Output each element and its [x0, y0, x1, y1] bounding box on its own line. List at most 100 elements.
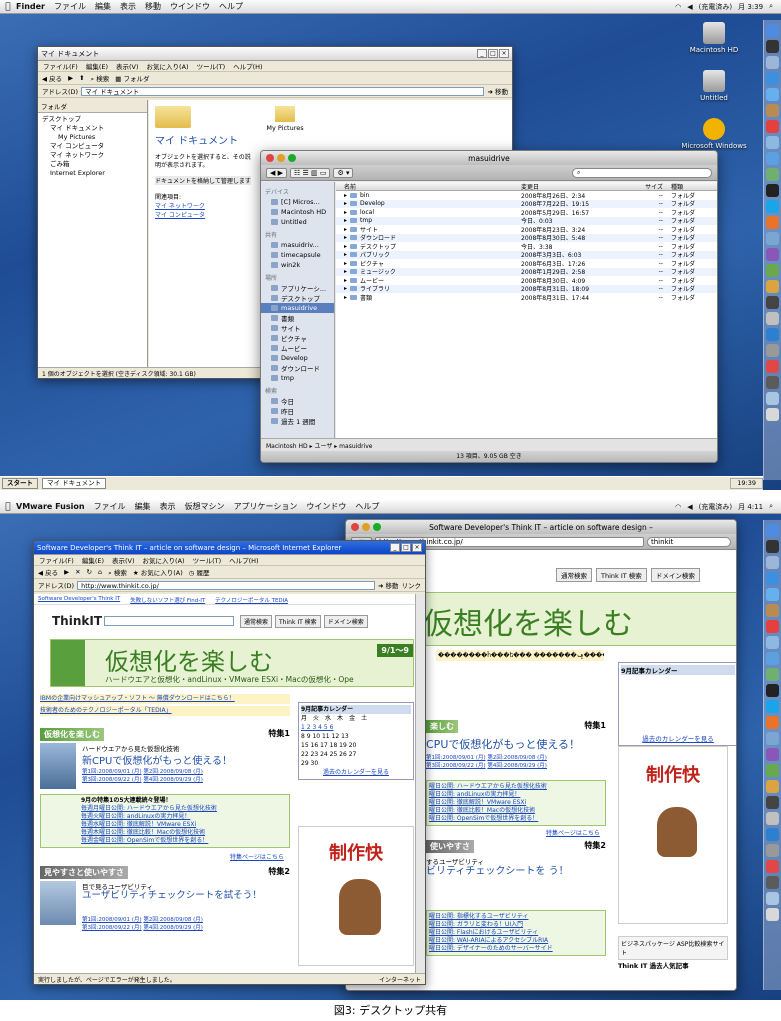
action-menu-button[interactable]: ⚙ ▾ [333, 167, 354, 178]
menu-item[interactable]: お気に入り(A) [147, 61, 189, 71]
dock-icon-iphoto[interactable] [766, 168, 779, 181]
menubar-clock[interactable]: 月 3:39 [738, 2, 763, 12]
feature-banner[interactable]: 仮想化を楽しむ [406, 592, 736, 646]
dock-icon-finder[interactable] [766, 524, 779, 537]
tree-item[interactable]: デスクトップ [42, 115, 143, 124]
dock-icon-textmate[interactable] [766, 748, 779, 761]
dock-icon-itunes[interactable] [766, 152, 779, 165]
dock-icon-vmware[interactable] [766, 232, 779, 245]
lineup-item[interactable]: 毎週火曜日公開: andLinuxの実力拝見！ [81, 813, 287, 821]
apple-menu-icon[interactable]:  [0, 502, 16, 512]
notice-link[interactable]: IBMの企業向けマッシュアップ・ソフト 〜 無償ダウンロードはこちら！ [40, 694, 290, 704]
menu-item[interactable]: 仮想マシン [185, 501, 225, 512]
dock-icon-app[interactable] [766, 392, 779, 405]
history-button[interactable]: ◷ 履歴 [189, 567, 210, 577]
zoom-button[interactable] [288, 154, 296, 162]
dock-icon-finder[interactable] [766, 24, 779, 37]
maximize-button[interactable]: □ [488, 49, 498, 58]
dock-icon-app[interactable] [766, 844, 779, 857]
calendar-more-link[interactable]: 過去のカレンダーを見る [621, 733, 735, 743]
menu-app-name[interactable]: Finder [16, 2, 45, 11]
sidebar-item-place[interactable]: 書類 [261, 313, 334, 323]
article-thumbnail[interactable] [40, 881, 76, 925]
sidebar-item-search[interactable]: 過去 1 週間 [261, 416, 334, 426]
favorites-button[interactable]: ★ お気に入り(A) [133, 567, 183, 577]
disclosure-triangle-icon[interactable]: ▸ [344, 209, 347, 216]
related-link[interactable]: マイ ネットワーク [155, 201, 205, 210]
links-button[interactable]: リンク [402, 580, 422, 590]
back-button[interactable]: ◀ 戻る [38, 567, 58, 577]
article-title[interactable]: CPUで仮想化がもっと使える！ [426, 736, 606, 752]
dock-icon-textmate[interactable] [766, 248, 779, 261]
ie-titlebar[interactable]: Software Developer's Think IT – article … [34, 541, 425, 555]
disclosure-triangle-icon[interactable]: ▸ [344, 285, 347, 292]
sidebar-item-device[interactable]: [C] Micros... [261, 197, 334, 207]
menu-item[interactable]: ヘルプ(H) [233, 61, 262, 71]
sidebar-item-search[interactable]: 昨日 [261, 406, 334, 416]
dock-icon-iphoto[interactable] [766, 668, 779, 681]
file-row[interactable]: ▸ ムービー 2008年8月30日、4:09 -- フォルダ [336, 276, 717, 285]
menu-item[interactable]: 編集 [95, 1, 111, 12]
sidebar-item-place[interactable]: ムービー [261, 343, 334, 353]
menu-item[interactable]: 編集(E) [82, 555, 104, 565]
network-link[interactable]: 失敗しないソフト選び Find-IT [130, 596, 205, 604]
sidebar-item-place[interactable]: Develop [261, 353, 334, 363]
part-link[interactable]: 第4回:2008/09/29 (月) [143, 777, 203, 783]
search-field[interactable]: thinkit [647, 536, 731, 547]
sidebar-item-shared[interactable]: win2k [261, 260, 334, 270]
dock-icon-ichat[interactable] [766, 588, 779, 601]
volume-icon[interactable]: ◀ [687, 3, 692, 11]
sidebar-item-place[interactable]: デスクトップ [261, 293, 334, 303]
disclosure-triangle-icon[interactable]: ▸ [344, 226, 347, 233]
go-button[interactable]: ➜ 移動 [487, 86, 508, 96]
battery-status[interactable]: (充電済み) [699, 2, 732, 12]
address-input[interactable]: http://www.thinkit.co.jp/ [77, 580, 375, 590]
article-title[interactable]: ビリティチェックシートを う！ [426, 866, 606, 878]
menu-item[interactable]: ウインドウ [306, 501, 346, 512]
search-button[interactable]: ⌕ 検索 [108, 567, 127, 578]
menu-item[interactable]: 表示(V) [116, 61, 139, 71]
dock-icon-app[interactable] [766, 280, 779, 293]
spotlight-icon[interactable]: ⌕ [769, 2, 773, 11]
lineup-item[interactable]: 曜日公開: 徹底解説！VMware ESXi [429, 799, 603, 807]
thinkit-logo[interactable]: ThinkIT [52, 614, 102, 628]
dock-icon-safari[interactable] [766, 72, 779, 85]
ad-box[interactable]: 制作快 [618, 746, 728, 924]
file-row[interactable]: ▸ 書類 2008年8月31日、17:44 -- フォルダ [336, 293, 717, 302]
menu-item[interactable]: 編集 [135, 501, 151, 512]
close-button[interactable]: × [499, 49, 509, 58]
dock-icon-dashboard[interactable] [766, 40, 779, 53]
dock-icon-app[interactable] [766, 296, 779, 309]
file-row[interactable]: ▸ サイト 2008年8月23日、3:24 -- フォルダ [336, 225, 717, 234]
wifi-icon[interactable]: ◠ [675, 3, 681, 11]
search-button[interactable]: ⌕ 検索 [91, 73, 110, 84]
menu-item[interactable]: 表示 [160, 501, 176, 512]
lineup-item[interactable]: 曜日公開: andLinuxの実力拝見！ [429, 791, 603, 799]
finder-titlebar[interactable]: masuidrive [261, 151, 717, 165]
lineup-item[interactable]: 毎週金曜日公開: OpenSimで仮想世界を創る！ [81, 837, 287, 845]
dock-icon-app[interactable] [766, 892, 779, 905]
menu-app-name[interactable]: VMware Fusion [16, 502, 85, 511]
dock-icon-skype[interactable] [766, 700, 779, 713]
dock-icon-app[interactable] [766, 764, 779, 777]
dock-icon-mail[interactable] [766, 556, 779, 569]
tree-item[interactable]: My Pictures [42, 133, 143, 142]
sidebar-item-place[interactable]: ピクチャ [261, 333, 334, 343]
dock-icon-skype[interactable] [766, 200, 779, 213]
lineup-item[interactable]: 毎週月曜日公開: ハードウエアから見た仮想化技術 [81, 805, 287, 813]
dock-icon-safari[interactable] [766, 572, 779, 585]
related-link[interactable]: マイ コンピュータ [155, 210, 205, 219]
xp-titlebar[interactable]: マイ ドキュメント _ □ × [38, 47, 512, 61]
address-input[interactable]: マイ ドキュメント [81, 86, 485, 96]
dock-icon-dashboard[interactable] [766, 540, 779, 553]
notice-link[interactable]: 技術者のためのテクノロジーポータル「TEDIA」 [40, 706, 290, 716]
dock-icon-terminal[interactable] [766, 684, 779, 697]
menu-item[interactable]: ファイル(F) [43, 61, 78, 71]
menu-item[interactable]: アプリケーション [234, 501, 298, 512]
dock-icon-addressbook[interactable] [766, 604, 779, 617]
part-link[interactable]: 第3回:2008/09/22 (月) [426, 763, 486, 769]
back-button[interactable]: ◀ 戻る [42, 73, 62, 83]
feature-page-link[interactable]: 特集ページはこちら [230, 852, 284, 861]
dock-icon-app[interactable] [766, 876, 779, 889]
desktop-icon-untitled[interactable]: Untitled [676, 70, 752, 102]
